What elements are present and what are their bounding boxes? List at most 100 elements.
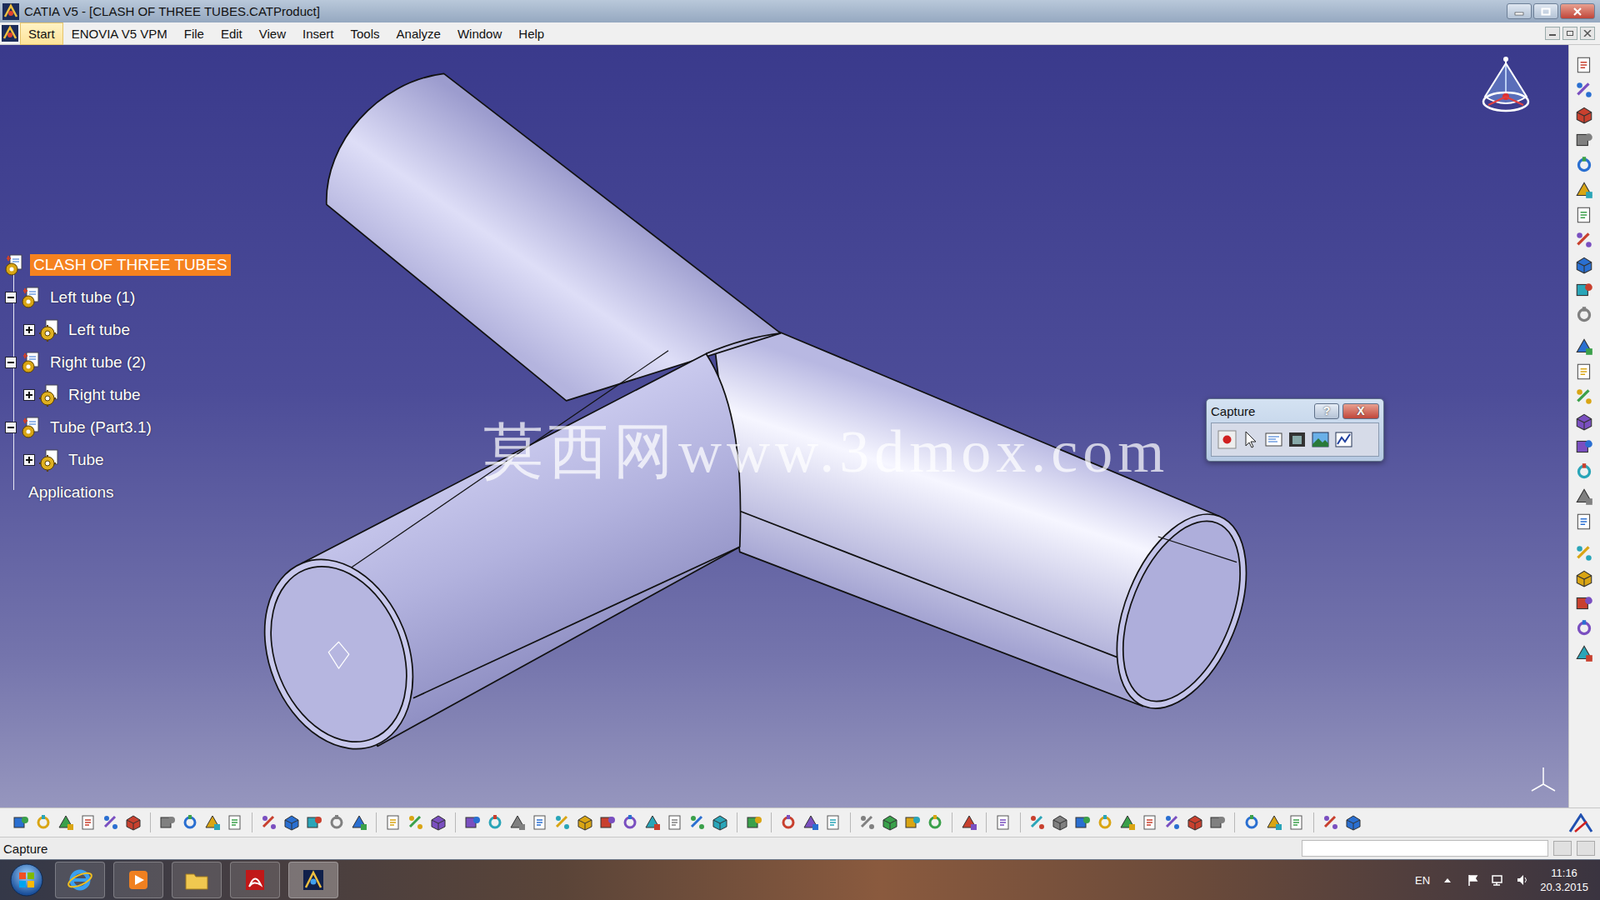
tool-icon[interactable] [1574,336,1596,358]
help-button[interactable]: ? [1314,403,1340,420]
menu-item[interactable]: Help [510,22,553,45]
status-button[interactable] [1576,840,1595,856]
tool-icon[interactable] [429,813,448,832]
tool-icon[interactable] [553,813,572,832]
tool-icon[interactable] [1574,643,1596,665]
tool-icon[interactable] [79,813,98,832]
menu-item[interactable]: View [250,22,295,45]
tree-label[interactable]: Left tube (1) [46,286,139,309]
tool-icon[interactable] [925,813,945,832]
record-icon[interactable] [1216,429,1238,450]
tool-icon[interactable] [1242,813,1261,832]
tool-icon[interactable] [801,813,820,832]
tree-label[interactable]: Right tube [65,384,145,406]
shade-capture-icon[interactable] [1286,429,1308,450]
status-button[interactable] [1553,840,1572,856]
tree-label[interactable]: CLASH OF THREE TUBES [30,254,231,276]
menu-item[interactable]: ENOVIA V5 VPM [63,22,176,45]
tree-item[interactable]: Tube (Part3.1) [3,410,231,444]
media-player-icon[interactable] [113,861,164,899]
minimize-icon[interactable] [1506,3,1532,20]
tool-icon[interactable] [305,813,324,832]
tool-icon[interactable] [824,813,843,832]
clock[interactable]: 11:1620.3.2015 [1540,865,1589,895]
tool-icon[interactable] [575,813,595,832]
tool-icon[interactable] [1073,813,1092,832]
tool-icon[interactable] [1050,813,1070,832]
3d-viewport[interactable]: CLASH OF THREE TUBES Left tube (1) Left tu… [0,45,1569,808]
capture-toolbar[interactable]: Capture?X [1205,398,1385,462]
tool-icon[interactable] [11,813,30,832]
capture-settings-icon[interactable] [1333,429,1355,450]
capture-titlebar[interactable]: Capture?X [1210,399,1380,423]
tool-icon[interactable] [1574,305,1596,326]
doc-close-icon[interactable] [1580,26,1595,40]
tool-icon[interactable] [745,813,764,832]
tool-icon[interactable] [158,813,177,832]
expand-icon[interactable] [23,324,35,336]
tool-icon[interactable] [1185,813,1205,832]
tool-icon[interactable] [1574,411,1596,433]
start-orb-icon[interactable] [6,860,47,900]
collapse-icon[interactable] [5,291,17,304]
tool-icon[interactable] [903,813,922,832]
action-center-flag-icon[interactable] [1465,872,1480,888]
volume-icon[interactable] [1515,872,1530,888]
tool-icon[interactable] [1574,568,1596,590]
menu-item[interactable]: Edit [212,22,251,45]
options-icon[interactable] [1263,429,1285,450]
tool-icon[interactable] [1208,813,1227,832]
tool-icon[interactable] [1574,130,1596,151]
collapse-icon[interactable] [5,356,17,369]
tool-icon[interactable] [1028,813,1047,832]
tree-label[interactable]: Tube [65,449,108,471]
tree-label[interactable]: Tube (Part3.1) [46,416,155,439]
tool-icon[interactable] [406,813,425,832]
tool-icon[interactable] [1574,155,1596,176]
tool-icon[interactable] [124,813,143,832]
show-hidden-icon[interactable] [1440,872,1455,888]
tool-icon[interactable] [665,813,685,832]
tool-icon[interactable] [994,813,1013,832]
tool-icon[interactable] [1574,618,1596,640]
internet-explorer-icon[interactable] [55,861,105,899]
tool-icon[interactable] [1574,361,1596,383]
doc-restore-icon[interactable] [1562,26,1578,40]
tool-icon[interactable] [1574,386,1596,408]
tree-item[interactable]: Tube [3,443,231,476]
image-album-icon[interactable] [1310,429,1331,450]
tool-icon[interactable] [1574,105,1596,126]
tool-icon[interactable] [1574,593,1596,615]
tree-label[interactable]: Left tube [65,319,134,341]
tool-icon[interactable] [1574,205,1596,226]
doc-minimize-icon[interactable] [1545,26,1560,40]
tool-icon[interactable] [1321,813,1340,832]
tool-icon[interactable] [508,813,527,832]
tool-icon[interactable] [384,813,403,832]
tree-item[interactable]: Left tube [3,313,231,346]
tool-icon[interactable] [282,813,301,832]
tool-icon[interactable] [858,813,877,832]
close-icon[interactable] [1560,3,1595,20]
tree-label[interactable]: Applications [25,481,117,504]
tree-item[interactable]: Left tube (1) [3,280,231,314]
expand-icon[interactable] [23,454,35,466]
tool-icon[interactable] [1095,813,1115,832]
tool-icon[interactable] [1574,80,1596,101]
tool-icon[interactable] [1140,813,1160,832]
acrobat-icon[interactable] [230,861,280,899]
menu-item[interactable]: Start [20,22,64,45]
network-icon[interactable] [1490,872,1505,888]
tool-icon[interactable] [203,813,222,832]
tool-icon[interactable] [260,813,279,832]
tool-icon[interactable] [1574,230,1596,251]
tool-icon[interactable] [34,813,53,832]
menu-item[interactable]: Insert [294,22,343,45]
collapse-icon[interactable] [5,421,17,434]
tree-label[interactable]: Right tube (2) [46,351,150,374]
tool-icon[interactable] [225,813,245,832]
tool-icon[interactable] [1574,255,1596,276]
tool-icon[interactable] [180,813,200,832]
tool-icon[interactable] [710,813,730,832]
tool-icon[interactable] [880,813,900,832]
